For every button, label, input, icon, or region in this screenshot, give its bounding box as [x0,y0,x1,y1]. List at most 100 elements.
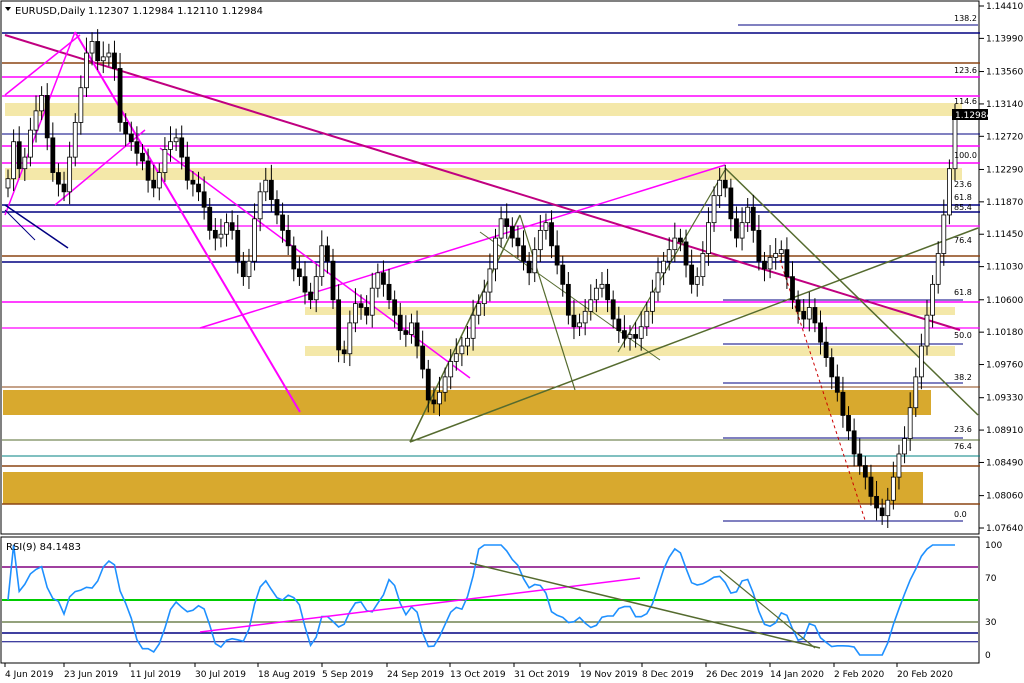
candle-body [941,214,947,254]
candle-body [375,272,381,289]
candle-body [145,160,151,181]
candle-body [56,172,61,185]
candle-body [605,283,610,301]
time-tick-label: 4 Jun 2019 [5,670,54,680]
candle-body [414,322,420,347]
candle-body [168,141,173,150]
candle-body [694,276,700,285]
time-tick-label: 8 Dec 2019 [642,670,694,680]
price-tick-label: 1.09760 [986,361,1023,371]
candle-body [756,229,762,262]
candle-body [672,237,678,251]
candle-body [638,326,644,339]
candle-body [885,499,891,517]
candle-body [818,322,823,343]
candle-body [140,152,145,162]
candle-body [857,453,863,466]
candle-body [795,299,801,312]
fib-level-label: 76.4 [954,442,972,451]
candle-body [907,407,913,439]
candle-body [498,218,504,239]
rsi-tick-label: 100 [985,541,1002,551]
candle-body [207,206,213,231]
candle-body [353,303,358,324]
candle-body [532,249,538,274]
candle-body [577,322,582,328]
candle-body [156,172,162,189]
candle-body [16,141,22,170]
time-axis: 4 Jun 2019 23 Jun 2019 11 Jul 2019 30 Jul 2… [4,663,953,680]
candle-body [543,222,549,231]
candle-body [347,322,353,355]
candle-body [930,283,935,316]
fib-level-label: 114.6 [954,97,977,106]
candle-body [655,272,661,293]
candle-body [95,41,101,62]
candle-body [22,156,28,170]
candle-body [666,249,672,262]
symbol-label[interactable]: EURUSD,Daily [15,6,86,17]
candle-body [829,357,835,378]
candle-body [246,260,252,278]
candle-body [913,376,919,409]
candle-body [722,179,728,189]
candle-body [325,245,330,262]
candle-body [806,307,812,320]
candle-body [582,310,588,324]
candle-body [711,195,717,224]
candle-body [84,52,89,89]
candle-body [403,330,409,335]
candle-body [240,260,246,278]
candle-body [425,368,431,401]
candle-body [459,345,465,355]
rsi-header-label: RSI(9) 84.1483 [6,542,81,553]
candle-body [78,87,84,123]
candle-body [521,245,526,262]
candle-body [453,353,459,362]
candle-body [280,214,285,231]
candle-body [924,314,930,347]
candle-body [39,95,45,112]
candle-body [661,260,667,274]
candle-body [196,183,201,193]
fib-level-label: 138.2 [954,14,977,23]
candle-body [291,245,297,270]
candle-body [874,495,879,509]
current-price-text: 1.12984 [955,111,992,121]
time-tick-label: 5 Sep 2019 [322,670,374,680]
candle-body [644,310,650,328]
fib-level-label: 23.6 [954,180,972,189]
candle-body [773,253,779,258]
candle-body [386,283,392,301]
candle-body [902,438,907,455]
candle-body [61,183,67,193]
candle-body [526,260,532,274]
candle-body [504,218,510,227]
time-tick-label: 31 Oct 2019 [514,670,570,680]
candle-body [151,179,157,189]
price-tick-label: 1.14410 [986,2,1023,12]
candle-body [549,222,554,247]
candle-body [341,349,347,355]
price-tick-label: 1.13990 [986,34,1023,44]
price-axis: 1.14410 1.13990 1.13560 1.13140 1.12720 1.122… [979,2,1023,534]
price-tick-label: 1.10600 [986,296,1023,306]
candle-body [621,330,627,339]
candle-body [106,52,112,58]
fib-level-label: 85.4 [954,203,972,212]
price-tick-label: 1.08060 [986,492,1023,502]
rsi-tick-label: 30 [985,618,997,628]
candle-body [650,291,655,312]
candle-body [554,245,560,266]
candle-body [627,334,633,339]
candle-body [840,391,846,416]
candle-body [134,141,140,154]
price-zone [305,307,955,315]
candle-body [851,430,857,455]
price-tick-label: 1.11870 [986,198,1023,208]
candle-body [846,415,851,432]
candle-body [112,52,117,69]
candle-body [745,206,751,224]
candle-body [700,253,706,278]
candle-body [762,260,767,270]
